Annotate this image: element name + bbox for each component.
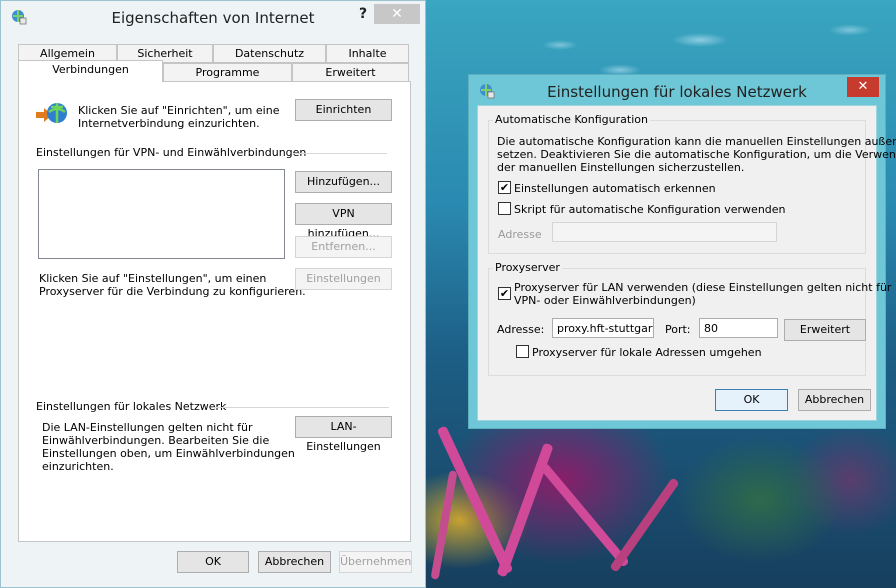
bypass-local-checkbox[interactable] [516,345,529,358]
coral-decoration [609,477,680,573]
ok-button[interactable]: OK [715,389,788,411]
tab-verbindungen[interactable]: Verbindungen [18,60,163,82]
auto-config-description-line1: Die automatische Konfiguration kann die … [497,135,896,148]
auto-config-script-label[interactable]: Skript für automatische Konfiguration ve… [514,203,786,216]
advanced-button[interactable]: Erweitert [784,319,866,341]
coral-decoration [539,462,630,568]
use-proxy-label-line2[interactable]: VPN- oder Einwählverbindungen) [514,294,696,307]
setup-description-line2: Internetverbindung einzurichten. [78,117,260,130]
auto-config-group-title: Automatische Konfiguration [493,113,650,126]
title-bar[interactable]: Einstellungen für lokales Netzwerk ✕ [469,75,885,105]
lan-description-line2: Einwählverbindungen. Bearbeiten Sie die [42,434,270,447]
remove-button[interactable]: Entfernen... [295,236,392,258]
proxy-description-line1: Klicken Sie auf "Einstellungen", um eine… [39,272,267,285]
apply-button[interactable]: Übernehmen [339,551,412,573]
window-title: Einstellungen für lokales Netzwerk [547,83,807,101]
bypass-local-label[interactable]: Proxyserver für lokale Adressen umgehen [532,346,762,359]
tab-datenschutz[interactable]: Datenschutz [213,44,326,63]
close-button[interactable]: ✕ [374,4,420,24]
add-button[interactable]: Hinzufügen... [295,171,392,193]
cancel-button[interactable]: Abbrechen [798,389,871,411]
lan-section-heading: Einstellungen für lokales Netzwerk [36,400,227,413]
use-proxy-label-line1[interactable]: Proxyserver für LAN verwenden (diese Ein… [514,281,891,294]
vpn-section-divider [293,153,387,154]
add-vpn-button[interactable]: VPN hinzufügen... [295,203,392,240]
help-button[interactable]: ? [353,6,373,26]
vpn-section-heading: Einstellungen für VPN- und Einwählverbin… [36,146,307,159]
coral-decoration [430,470,458,580]
proxy-description-line2: Proxyserver für die Verbindung zu konfig… [39,285,306,298]
tab-programme[interactable]: Programme [163,63,292,82]
use-proxy-checkbox[interactable]: ✔ [498,287,511,300]
proxy-port-label: Port: [665,323,691,336]
lan-description-line1: Die LAN-Einstellungen gelten nicht für [42,421,253,434]
lan-description-line4: einzurichten. [42,460,114,473]
script-address-label: Adresse [498,228,542,241]
setup-description-line1: Klicken Sie auf "Einrichten", um eine [78,104,280,117]
proxy-group-title: Proxyserver [493,261,562,274]
tab-inhalte[interactable]: Inhalte [326,44,409,63]
script-address-input[interactable] [552,222,777,242]
lan-settings-window: Einstellungen für lokales Netzwerk ✕ Aut… [468,74,896,429]
lan-settings-button[interactable]: LAN-Einstellungen [295,416,392,453]
proxy-address-input[interactable]: proxy.hft-stuttgart [552,318,654,338]
tab-erweitert[interactable]: Erweitert [292,63,409,82]
auto-config-description-line3: der manuellen Einstellungen sicherzustel… [497,161,745,174]
title-bar[interactable]: Eigenschaften von Internet ? ✕ [1,1,425,31]
cancel-button[interactable]: Abbrechen [258,551,331,573]
close-button[interactable]: ✕ [847,77,879,97]
proxy-address-label: Adresse: [497,323,545,336]
network-setup-icon [36,103,67,123]
setup-button[interactable]: Einrichten [295,99,392,121]
connection-settings-button[interactable]: Einstellungen [295,268,392,290]
vpn-connections-list[interactable] [38,169,285,259]
internet-options-window: Eigenschaften von Internet ? ✕ Allgemein… [0,0,426,588]
ok-button[interactable]: OK [177,551,249,573]
auto-detect-label[interactable]: Einstellungen automatisch erkennen [514,182,716,195]
proxy-port-input[interactable]: 80 [699,318,778,338]
auto-detect-checkbox[interactable]: ✔ [498,181,511,194]
lan-section-divider [213,407,389,408]
auto-config-script-checkbox[interactable] [498,202,511,215]
lan-settings-client-area: Automatische Konfiguration Die automatis… [477,105,896,421]
auto-config-description-line2: setzen. Deaktivieren Sie die automatisch… [497,148,896,161]
lan-description-line3: Einstellungen oben, um Einwählverbindung… [42,447,295,460]
